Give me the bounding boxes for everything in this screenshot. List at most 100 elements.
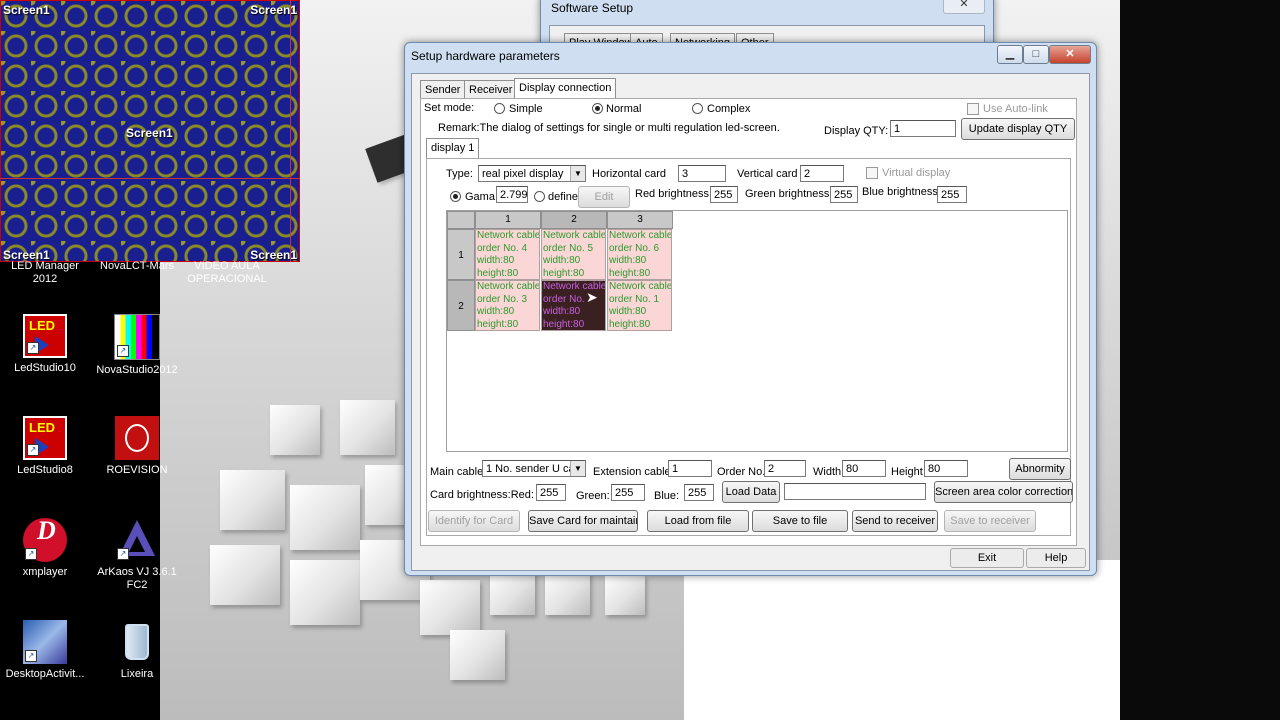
cell-line: Network cable (543, 230, 606, 241)
desktop-icon-lixeira[interactable]: Lixeira (92, 620, 182, 681)
close-button[interactable]: ✕ (943, 0, 985, 14)
save-to-receiver-button[interactable]: Save to receiver (944, 510, 1036, 532)
gama-radio[interactable] (450, 191, 461, 202)
height-input[interactable]: 80 (924, 460, 968, 477)
screen-area-color-correction-button[interactable]: Screen area color correction (934, 481, 1073, 503)
grid-cell[interactable]: Network cable order No. 3 width:80 height:8… (475, 280, 540, 331)
desktop-icon-arkaos[interactable]: ↗ ArKaos VJ 3.6.1 FC2 (92, 518, 182, 592)
remark-text: Remark:The dialog of settings for single… (438, 122, 780, 134)
send-to-receiver-button[interactable]: Send to receiver (852, 510, 938, 532)
tab-display-connection[interactable]: Display connection (514, 78, 617, 99)
exit-button[interactable]: Exit (950, 548, 1024, 568)
card-brightness-red-input[interactable]: 255 (536, 484, 566, 501)
use-autolink-label: Use Auto-link (983, 103, 1048, 115)
extension-cable-label: Extension cable (593, 466, 671, 478)
cell-line: order No. 4 (477, 242, 528, 254)
tab-receiver[interactable]: Receiver (464, 80, 518, 99)
use-autolink-checkbox[interactable] (967, 103, 979, 115)
horizontal-card-input[interactable]: 3 (678, 165, 726, 182)
load-from-file-button[interactable]: Load from file (647, 510, 749, 532)
maximize-button[interactable]: □ (1023, 45, 1049, 64)
minimize-button[interactable]: ▁ (997, 45, 1023, 64)
width-input[interactable]: 80 (842, 460, 886, 477)
gama-label: Gama (465, 191, 495, 203)
close-icon: ✕ (1065, 48, 1075, 60)
tab-display-1[interactable]: display 1 (426, 138, 480, 158)
grid-row-header[interactable]: 2 (447, 280, 475, 331)
desktop-icon-label: DesktopActivit... (5, 668, 85, 680)
mode-simple-radio[interactable] (494, 103, 505, 114)
main-cable-value: 1 No. sender U cat (486, 463, 578, 475)
type-select[interactable]: real pixel display ▼ (478, 165, 586, 182)
identify-for-card-button[interactable]: Identify for Card (428, 510, 520, 532)
gama-input[interactable]: 2.799 (496, 186, 528, 203)
order-no-input[interactable]: 2 (764, 460, 806, 477)
mode-normal-radio[interactable] (592, 103, 603, 114)
maximize-icon: □ (1032, 48, 1040, 60)
horizontal-card-label: Horizontal card (592, 168, 666, 180)
preview-label: Screen1 (126, 126, 173, 140)
define-radio[interactable] (534, 191, 545, 202)
load-data-button[interactable]: Load Data (722, 481, 780, 503)
mode-complex-label: Complex (707, 103, 751, 115)
blue-label: Blue: (654, 490, 680, 502)
virtual-display-checkbox[interactable] (866, 167, 878, 179)
preview-label: Screen1 (3, 3, 50, 17)
preview-divider (290, 0, 291, 262)
main-cable-select[interactable]: 1 No. sender U cat ▼ (482, 460, 586, 477)
extension-cable-input[interactable]: 1 (668, 460, 712, 477)
grid-row-header[interactable]: 1 (447, 229, 475, 280)
blue-input[interactable]: 255 (684, 484, 714, 501)
display-qty-label: Display QTY: (824, 125, 889, 137)
recycle-bin-icon (115, 620, 159, 664)
cell-line: height:80 (543, 267, 585, 279)
grid-cell[interactable]: Network cable order No. 4 width:80 height:8… (475, 229, 540, 280)
close-button[interactable]: ✕ (1049, 45, 1091, 64)
save-to-file-button[interactable]: Save to file (752, 510, 848, 532)
desktop-icon-desktopactivit[interactable]: ↗ DesktopActivit... (0, 620, 90, 681)
cell-line: width:80 (543, 255, 581, 266)
load-data-path-input[interactable] (784, 483, 926, 500)
cable-layout-grid[interactable]: 1 2 3 1 2 Network cable order No. 4 width:… (446, 210, 1068, 452)
red-brightness-input[interactable]: 255 (710, 186, 738, 203)
help-button[interactable]: Help (1026, 548, 1086, 568)
green-label: Green: (576, 490, 610, 502)
abnormity-button[interactable]: Abnormity (1009, 458, 1071, 480)
grid-cell-selected[interactable]: Network cable order No. width:80 height:80 … (541, 280, 606, 331)
desktop-icon-video-aula[interactable]: VIDEO AULA OPERACIONAL (182, 260, 272, 286)
desktop-icon-roevision[interactable]: ROEVISION (92, 416, 182, 477)
desktop-icon-novastudio2012[interactable]: ↗ NovaStudio2012 (92, 314, 182, 377)
blue-brightness-input[interactable]: 255 (937, 186, 967, 203)
width-label: Width (813, 466, 842, 478)
grid-corner (447, 211, 475, 229)
grid-col-header[interactable]: 3 (607, 211, 673, 229)
chevron-down-icon: ▼ (570, 461, 585, 476)
vertical-card-input[interactable]: 2 (800, 165, 844, 182)
chevron-down-icon: ▼ (570, 166, 585, 181)
desktop-icon-led-manager[interactable]: LED Manager 2012 (0, 260, 90, 286)
novastudio-icon: ↗ (114, 314, 160, 360)
edit-button[interactable]: Edit (578, 186, 630, 208)
tab-sender[interactable]: Sender (420, 80, 466, 99)
save-card-for-maintain-button[interactable]: Save Card for maintain (528, 510, 638, 532)
grid-cell[interactable]: Network cable order No. 6 width:80 height:8… (607, 229, 672, 280)
cell-line: height:80 (609, 318, 651, 330)
height-label: Height (891, 466, 923, 478)
grid-col-header[interactable]: 1 (475, 211, 541, 229)
setup-hardware-parameters-window[interactable]: Setup hardware parameters ▁ □ ✕ Sender R… (404, 42, 1097, 576)
cell-line: height:80 (609, 267, 651, 279)
grid-cell[interactable]: Network cable order No. 5 width:80 height:8… (541, 229, 606, 280)
desktop-icon-ledstudio8[interactable]: LED ↗ LedStudio8 (0, 416, 90, 477)
green-input[interactable]: 255 (611, 484, 645, 501)
desktop-icon-ledstudio10[interactable]: LED ↗ LedStudio10 (0, 314, 90, 375)
display-qty-input[interactable]: 1 (890, 120, 956, 137)
led-screen-preview: Screen1 Screen1 Screen1 Screen1 Screen1 (0, 0, 300, 262)
desktop-icon-xmplayer[interactable]: D ↗ xmplayer (0, 518, 90, 579)
grid-col-header[interactable]: 2 (541, 211, 607, 229)
update-display-qty-button[interactable]: Update display QTY (961, 118, 1075, 140)
desktop-icon-novalct[interactable]: NovaLCT-Mars (92, 260, 182, 273)
green-brightness-input[interactable]: 255 (830, 186, 858, 203)
mode-complex-radio[interactable] (692, 103, 703, 114)
wallpaper-cube (490, 570, 535, 615)
grid-cell[interactable]: Network cable order No. 1 width:80 height:8… (607, 280, 672, 331)
